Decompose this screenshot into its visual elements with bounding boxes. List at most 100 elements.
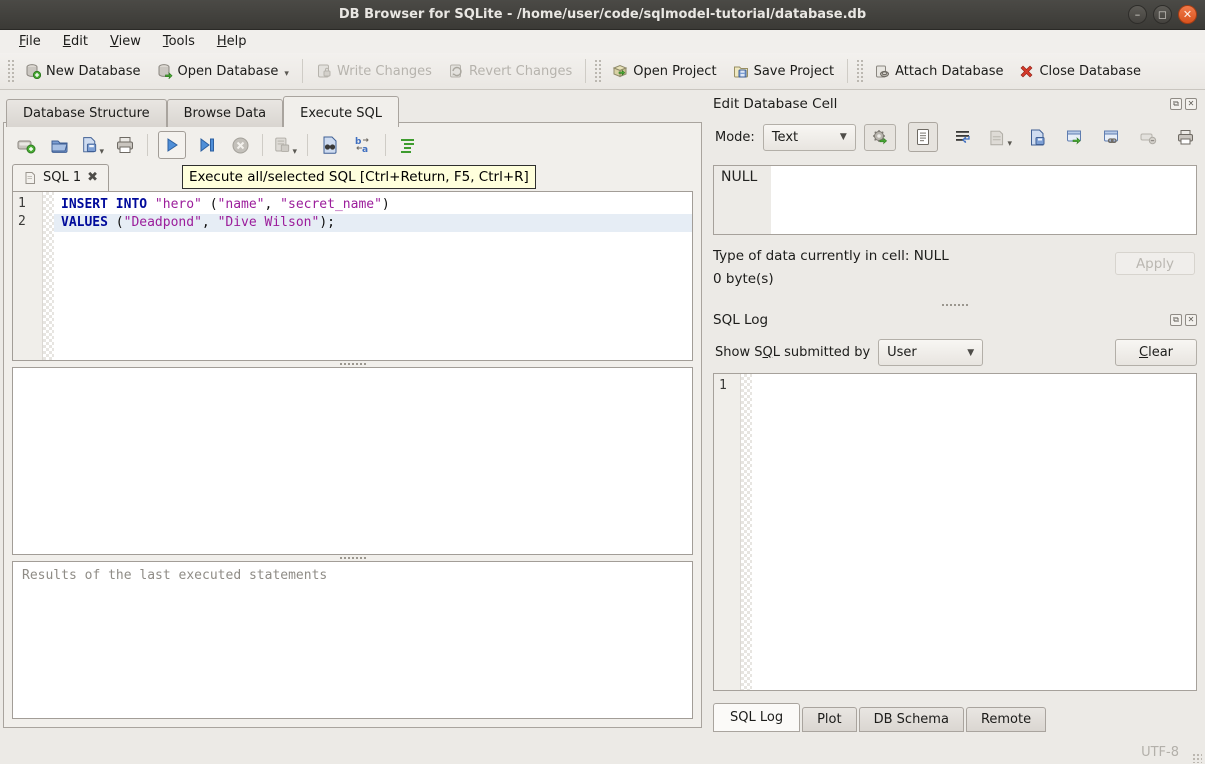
tab-db-schema[interactable]: DB Schema: [859, 707, 964, 732]
export-data-button[interactable]: [1025, 125, 1049, 149]
execute-sql-panel: ▾ ▾: [3, 122, 702, 728]
copy-link-button[interactable]: [1099, 125, 1123, 149]
sql-log-view[interactable]: 1: [713, 373, 1197, 691]
menu-tools[interactable]: Tools: [152, 32, 206, 51]
dock-float-icon[interactable]: ⧉: [1170, 98, 1182, 110]
sql-plain: ,: [202, 215, 218, 230]
sql-string: "hero": [155, 197, 202, 212]
new-sql-tab-button[interactable]: [14, 133, 38, 157]
splitter-handle-icon: [340, 557, 366, 559]
save-results-icon: [273, 135, 291, 155]
main-area: Database Structure Browse Data Execute S…: [0, 90, 1205, 738]
maximize-button[interactable]: ◻: [1153, 5, 1172, 24]
close-database-label: Close Database: [1039, 64, 1141, 79]
tab-execute-sql[interactable]: Execute SQL: [283, 96, 399, 127]
encoding-indicator[interactable]: UTF-8: [1141, 745, 1179, 760]
auto-apply-button[interactable]: [864, 124, 896, 151]
execute-tooltip: Execute all/selected SQL [Ctrl+Return, F…: [182, 165, 536, 189]
print-cell-button[interactable]: [1173, 125, 1197, 149]
close-button[interactable]: ✕: [1178, 5, 1197, 24]
attach-database-button[interactable]: Attach Database: [866, 58, 1011, 84]
save-project-button[interactable]: Save Project: [725, 58, 843, 84]
sql1-tab[interactable]: SQL 1 ✖: [12, 164, 109, 191]
open-database-caret-icon[interactable]: ▾: [284, 69, 289, 79]
sql-plain: (: [108, 215, 124, 230]
tab-sql-log[interactable]: SQL Log: [713, 703, 800, 732]
print-button[interactable]: [113, 133, 137, 157]
sql-string: "secret_name": [280, 197, 382, 212]
execute-line-button[interactable]: [195, 133, 219, 157]
filter-label: Show SQL submitted by: [715, 345, 870, 360]
tab-remote[interactable]: Remote: [966, 707, 1046, 732]
open-database-button[interactable]: Open Database ▾: [149, 58, 297, 84]
revert-changes-label: Revert Changes: [469, 64, 572, 79]
menu-view[interactable]: View: [99, 32, 152, 51]
find-replace-button[interactable]: ba: [351, 133, 375, 157]
sql-log-dock-header: SQL Log ⧉ ✕: [713, 309, 1197, 331]
execute-all-button[interactable]: [158, 131, 186, 159]
cell-value-editor[interactable]: NULL: [713, 165, 1197, 235]
sql-code-editor[interactable]: 1 2 INSERT INTO "hero" ("name", "secret_…: [12, 191, 693, 361]
attach-database-label: Attach Database: [895, 64, 1003, 79]
results-placeholder: Results of the last executed statements: [22, 568, 327, 583]
save-results-caret-icon: ▾: [292, 147, 297, 157]
sql1-tab-label: SQL 1: [43, 170, 81, 185]
text-document-icon: [914, 128, 932, 146]
editor-code-area[interactable]: INSERT INTO "hero" ("name", "secret_name…: [54, 192, 692, 360]
sql-log-filter-row: Show SQL submitted by User ▼ Clear: [715, 339, 1197, 366]
main-toolbar: New Database Open Database ▾ Write Chang…: [0, 53, 1205, 90]
open-sql-file-button[interactable]: [47, 133, 71, 157]
write-changes-label: Write Changes: [337, 64, 432, 79]
resize-grip[interactable]: [1192, 753, 1202, 763]
dock-close-icon[interactable]: ✕: [1185, 98, 1197, 110]
new-database-button[interactable]: New Database: [17, 58, 149, 84]
main-tabbar: Database Structure Browse Data Execute S…: [6, 96, 399, 127]
mode-value: Text: [772, 130, 798, 145]
tab-browse-data[interactable]: Browse Data: [167, 99, 284, 127]
dock-close-icon[interactable]: ✕: [1185, 314, 1197, 326]
toolbar-grip[interactable]: [594, 59, 601, 83]
cell-mode-row: Mode: Text ▼ ▾: [715, 122, 1197, 152]
gear-icon: [871, 128, 889, 146]
bottom-tabbar: SQL Log Plot DB Schema Remote: [713, 703, 1197, 732]
menubar: File Edit View Tools Help: [0, 30, 1205, 53]
menu-edit[interactable]: Edit: [52, 32, 99, 51]
sql-plain: ): [382, 197, 390, 212]
menu-file[interactable]: File: [8, 32, 52, 51]
clear-log-button[interactable]: Clear: [1115, 339, 1197, 366]
results-grid-pane[interactable]: [12, 367, 693, 555]
tab-database-structure[interactable]: Database Structure: [6, 99, 167, 127]
sql1-tab-close-icon[interactable]: ✖: [87, 170, 98, 185]
sql-plain: ,: [265, 197, 281, 212]
execute-all-icon: [163, 136, 181, 154]
toolbar-grip[interactable]: [7, 59, 14, 83]
format-sql-button[interactable]: [396, 133, 420, 157]
minimize-button[interactable]: –: [1128, 5, 1147, 24]
close-database-button[interactable]: Close Database: [1011, 59, 1149, 84]
menu-help[interactable]: Help: [206, 32, 258, 51]
left-panel: Database Structure Browse Data Execute S…: [0, 90, 705, 738]
open-in-external-button[interactable]: [1062, 125, 1086, 149]
sql-toolbar: ▾ ▾: [12, 127, 693, 163]
open-database-icon: [157, 63, 173, 79]
new-database-label: New Database: [46, 64, 141, 79]
format-sql-icon: [399, 136, 417, 154]
find-button[interactable]: [318, 133, 342, 157]
new-sql-tab-icon: [16, 135, 36, 155]
dock-float-icon[interactable]: ⧉: [1170, 314, 1182, 326]
sql-document-icon: [23, 171, 37, 185]
mode-combobox[interactable]: Text ▼: [763, 124, 856, 151]
dock-splitter[interactable]: [713, 304, 1197, 306]
tab-plot[interactable]: Plot: [802, 707, 857, 732]
sql-plain: [147, 197, 155, 212]
results-message-pane[interactable]: Results of the last executed statements: [12, 561, 693, 719]
word-wrap-button[interactable]: [951, 125, 975, 149]
text-mode-button[interactable]: [908, 122, 938, 152]
window-controls: – ◻ ✕: [1128, 5, 1197, 24]
save-project-label: Save Project: [754, 64, 835, 79]
sql-toolbar-separator: [147, 134, 148, 156]
submitter-combobox[interactable]: User ▼: [878, 339, 983, 366]
save-sql-file-button[interactable]: ▾: [80, 133, 104, 157]
open-project-button[interactable]: Open Project: [604, 58, 724, 84]
toolbar-grip[interactable]: [856, 59, 863, 83]
